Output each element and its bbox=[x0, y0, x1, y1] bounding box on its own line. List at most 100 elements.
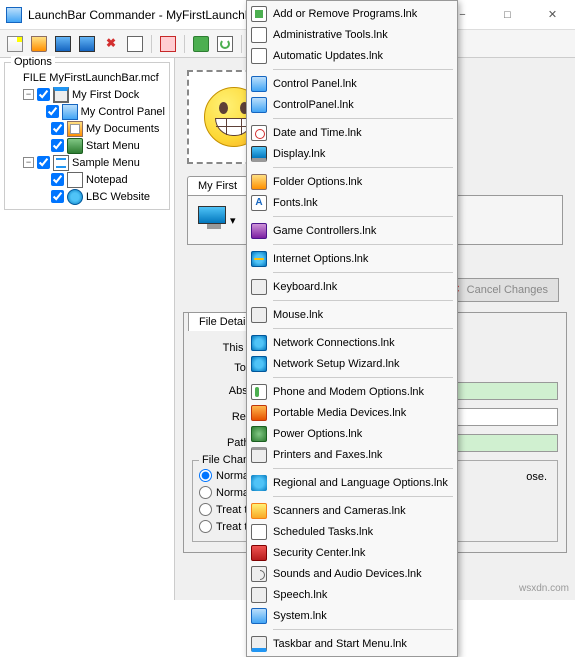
collapse-icon[interactable]: − bbox=[23, 157, 34, 168]
close-button[interactable]: ✕ bbox=[530, 0, 575, 30]
toolbar-close-button[interactable] bbox=[157, 33, 179, 55]
menu-item-label: Printers and Faxes.lnk bbox=[273, 449, 382, 461]
radio-input[interactable] bbox=[199, 486, 212, 499]
tree-root[interactable]: FILE MyFirstLaunchBar.mcf bbox=[9, 69, 165, 86]
menu-item[interactable]: Network Connections.lnk bbox=[249, 332, 455, 353]
menu-item[interactable]: Folder Options.lnk bbox=[249, 171, 455, 192]
menu-separator bbox=[273, 118, 453, 119]
tab-myfirst[interactable]: My First bbox=[187, 176, 248, 195]
menu-item[interactable]: System.lnk bbox=[249, 605, 455, 626]
ar-icon bbox=[251, 6, 267, 22]
tree-node-documents[interactable]: My Documents bbox=[9, 120, 165, 137]
menu-item-label: Keyboard.lnk bbox=[273, 281, 337, 293]
collapse-icon[interactable]: − bbox=[23, 89, 34, 100]
toolbar-sep bbox=[184, 35, 185, 53]
toolbar-save-button[interactable] bbox=[52, 33, 74, 55]
menu-item[interactable]: AFonts.lnk bbox=[249, 192, 455, 213]
menu-item[interactable]: Sounds and Audio Devices.lnk bbox=[249, 563, 455, 584]
tree-node-controlpanel[interactable]: My Control Panel bbox=[9, 103, 165, 120]
open-icon bbox=[31, 36, 47, 52]
menu-item[interactable]: Network Setup Wizard.lnk bbox=[249, 353, 455, 374]
menu-item[interactable]: Phone and Modem Options.lnk bbox=[249, 381, 455, 402]
menu-item-label: Network Connections.lnk bbox=[273, 337, 395, 349]
menu-item[interactable]: Taskbar and Start Menu.lnk bbox=[249, 633, 455, 654]
menu-item-label: Add or Remove Programs.lnk bbox=[273, 8, 417, 20]
menu-item[interactable]: Power Options.lnk bbox=[249, 423, 455, 444]
tree-checkbox[interactable] bbox=[51, 122, 64, 135]
tree-checkbox[interactable] bbox=[51, 190, 64, 203]
radio-input[interactable] bbox=[199, 520, 212, 533]
radio-input[interactable] bbox=[199, 469, 212, 482]
tree-label: Sample Menu bbox=[72, 157, 140, 169]
toolbar-delete-button[interactable]: ✖ bbox=[100, 33, 122, 55]
mon-icon bbox=[251, 146, 267, 162]
menu-item[interactable]: Portable Media Devices.lnk bbox=[249, 402, 455, 423]
menu-item[interactable]: ControlPanel.lnk bbox=[249, 94, 455, 115]
tree-node-notepad[interactable]: Notepad bbox=[9, 171, 165, 188]
saveall-icon bbox=[79, 36, 95, 52]
web-icon bbox=[67, 189, 83, 205]
tree-label: Notepad bbox=[86, 174, 128, 186]
fc-note: ose. bbox=[526, 471, 547, 483]
monitor-dropdown[interactable] bbox=[198, 206, 230, 234]
radio-input[interactable] bbox=[199, 503, 212, 516]
web-icon bbox=[251, 356, 267, 372]
menu-item[interactable]: Mouse.lnk bbox=[249, 304, 455, 325]
menu-item[interactable]: Display.lnk bbox=[249, 143, 455, 164]
new-icon bbox=[7, 36, 23, 52]
context-menu[interactable]: Add or Remove Programs.lnk Administrative… bbox=[246, 0, 458, 657]
tree-node-startmenu[interactable]: Start Menu bbox=[9, 137, 165, 154]
menu-item[interactable]: Automatic Updates.lnk bbox=[249, 45, 455, 66]
tree-node-website[interactable]: LBC Website bbox=[9, 188, 165, 205]
at-icon bbox=[251, 27, 267, 43]
menu-item[interactable]: Administrative Tools.lnk bbox=[249, 24, 455, 45]
toolbar-open-button[interactable] bbox=[28, 33, 50, 55]
menu-item-label: Network Setup Wizard.lnk bbox=[273, 358, 400, 370]
tree-checkbox[interactable] bbox=[37, 156, 50, 169]
menu-item-label: Date and Time.lnk bbox=[273, 127, 362, 139]
tree-node-dock[interactable]: − My First Dock bbox=[9, 86, 165, 103]
tree-checkbox[interactable] bbox=[51, 173, 64, 186]
toolbar-refresh-button[interactable] bbox=[214, 33, 236, 55]
app-icon bbox=[6, 7, 22, 23]
tree-node-samplemenu[interactable]: − Sample Menu bbox=[9, 154, 165, 171]
menu-item[interactable]: Speech.lnk bbox=[249, 584, 455, 605]
menu-item[interactable]: Game Controllers.lnk bbox=[249, 220, 455, 241]
ms-icon bbox=[251, 307, 267, 323]
menu-item-label: Speech.lnk bbox=[273, 589, 327, 601]
spk-icon bbox=[251, 587, 267, 603]
prn-icon bbox=[251, 447, 267, 463]
menu-separator bbox=[273, 244, 453, 245]
menu-item[interactable]: Scheduled Tasks.lnk bbox=[249, 521, 455, 542]
toolbar-sep bbox=[151, 35, 152, 53]
toolbar-saveall-button[interactable] bbox=[76, 33, 98, 55]
tree-checkbox[interactable] bbox=[37, 88, 50, 101]
scn-icon bbox=[251, 503, 267, 519]
menu-item-label: Fonts.lnk bbox=[273, 197, 318, 209]
menu-item[interactable]: Printers and Faxes.lnk bbox=[249, 444, 455, 465]
toolbar-new-button[interactable] bbox=[4, 33, 26, 55]
menu-item[interactable]: Control Panel.lnk bbox=[249, 73, 455, 94]
game-icon bbox=[251, 223, 267, 239]
tree-view[interactable]: FILE MyFirstLaunchBar.mcf − My First Doc… bbox=[9, 69, 165, 205]
menu-separator bbox=[273, 328, 453, 329]
menu-item[interactable]: Date and Time.lnk bbox=[249, 122, 455, 143]
maximize-button[interactable]: □ bbox=[485, 0, 530, 30]
tree-label: LBC Website bbox=[86, 191, 150, 203]
menu-item[interactable]: Internet Options.lnk bbox=[249, 248, 455, 269]
dropdown-arrow-icon[interactable]: ▾ bbox=[230, 214, 236, 227]
tree-checkbox[interactable] bbox=[46, 105, 59, 118]
menu-item[interactable]: Add or Remove Programs.lnk bbox=[249, 3, 455, 24]
menu-item[interactable]: Regional and Language Options.lnk bbox=[249, 472, 455, 493]
sec-icon bbox=[251, 545, 267, 561]
menu-item-label: Mouse.lnk bbox=[273, 309, 323, 321]
menu-item-label: Power Options.lnk bbox=[273, 428, 362, 440]
menu-item[interactable]: Scanners and Cameras.lnk bbox=[249, 500, 455, 521]
menu-item-label: Security Center.lnk bbox=[273, 547, 365, 559]
toolbar-run-button[interactable] bbox=[190, 33, 212, 55]
menu-item[interactable]: Keyboard.lnk bbox=[249, 276, 455, 297]
menu-item-label: ControlPanel.lnk bbox=[273, 99, 354, 111]
tree-checkbox[interactable] bbox=[51, 139, 64, 152]
toolbar-props-button[interactable] bbox=[124, 33, 146, 55]
menu-item[interactable]: Security Center.lnk bbox=[249, 542, 455, 563]
